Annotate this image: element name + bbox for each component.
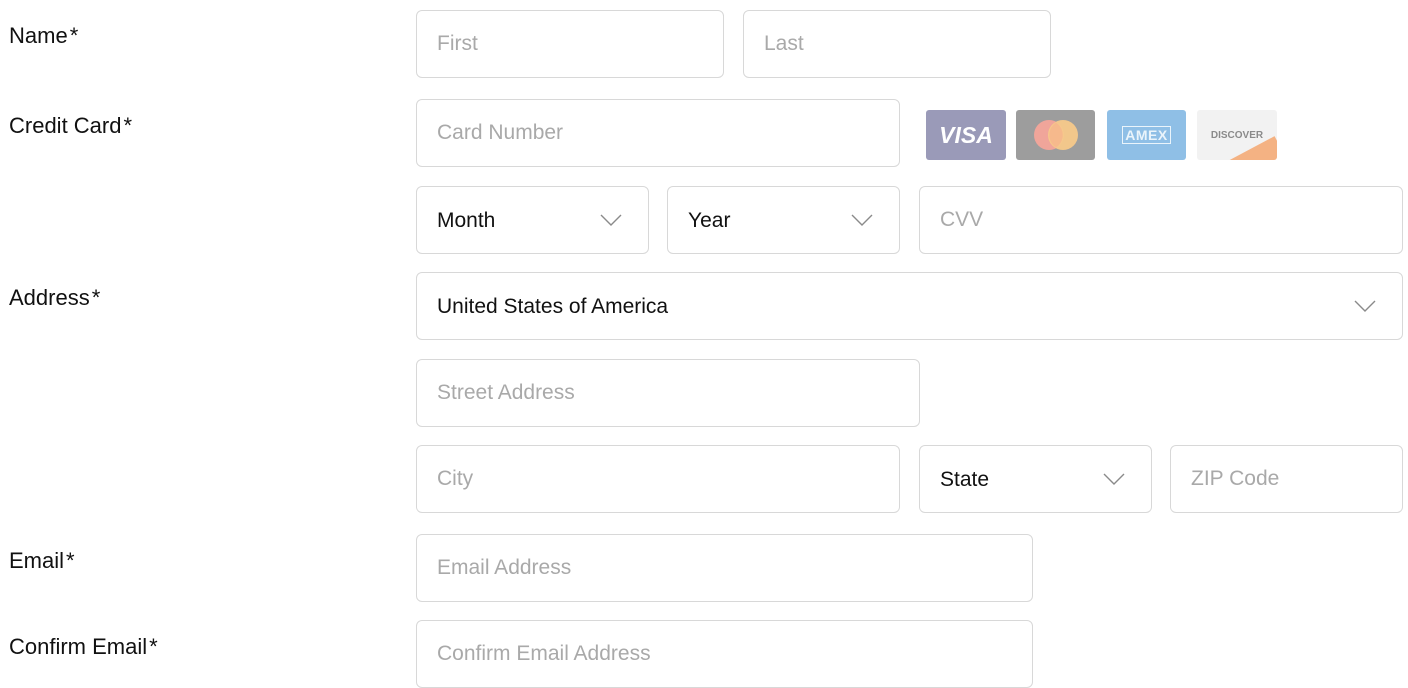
amex-logo: AMEX: [1107, 110, 1186, 160]
chevron-down-icon: [600, 214, 622, 226]
amex-logo-text: AMEX: [1122, 126, 1171, 144]
credit-card-label: Credit Card*: [9, 113, 132, 139]
cvv-field[interactable]: [919, 186, 1403, 254]
chevron-down-icon: [1103, 473, 1125, 485]
chevron-down-icon: [1354, 300, 1376, 312]
street-address-field[interactable]: [416, 359, 920, 427]
card-number-field[interactable]: [416, 99, 900, 167]
credit-card-label-text: Credit Card: [9, 113, 122, 138]
last-name-field[interactable]: [743, 10, 1051, 78]
month-select-value: Month: [437, 209, 496, 232]
required-marker: *: [66, 548, 75, 573]
required-marker: *: [69, 23, 79, 48]
month-select[interactable]: Month: [416, 186, 649, 254]
discover-logo-text: DISCOVER: [1210, 129, 1264, 141]
zip-code-field[interactable]: [1170, 445, 1403, 513]
mastercard-circles-icon: [1033, 120, 1078, 150]
email-field[interactable]: [416, 534, 1033, 602]
first-name-field[interactable]: [416, 10, 724, 78]
visa-logo: VISA: [926, 110, 1006, 160]
required-marker: *: [149, 634, 158, 659]
country-select-value: United States of America: [437, 295, 669, 318]
discover-logo: DISCOVER: [1197, 110, 1277, 160]
name-label-text: Name: [9, 23, 68, 48]
visa-logo-text: VISA: [939, 121, 993, 148]
year-select[interactable]: Year: [667, 186, 900, 254]
name-label: Name*: [9, 23, 78, 49]
state-select-value: State: [940, 468, 990, 491]
mastercard-icon: [1016, 110, 1095, 160]
address-label: Address*: [9, 285, 100, 311]
confirm-email-label: Confirm Email*: [9, 634, 158, 660]
country-select[interactable]: United States of America: [416, 272, 1403, 340]
confirm-email-label-text: Confirm Email: [9, 634, 148, 659]
address-label-text: Address: [9, 285, 90, 310]
required-marker: *: [123, 113, 133, 138]
state-select[interactable]: State: [919, 445, 1152, 513]
city-field[interactable]: [416, 445, 900, 513]
chevron-down-icon: [851, 214, 873, 226]
year-select-value: Year: [688, 209, 731, 232]
email-label-text: Email: [9, 548, 65, 573]
required-marker: *: [91, 285, 101, 310]
email-label: Email*: [9, 548, 75, 574]
